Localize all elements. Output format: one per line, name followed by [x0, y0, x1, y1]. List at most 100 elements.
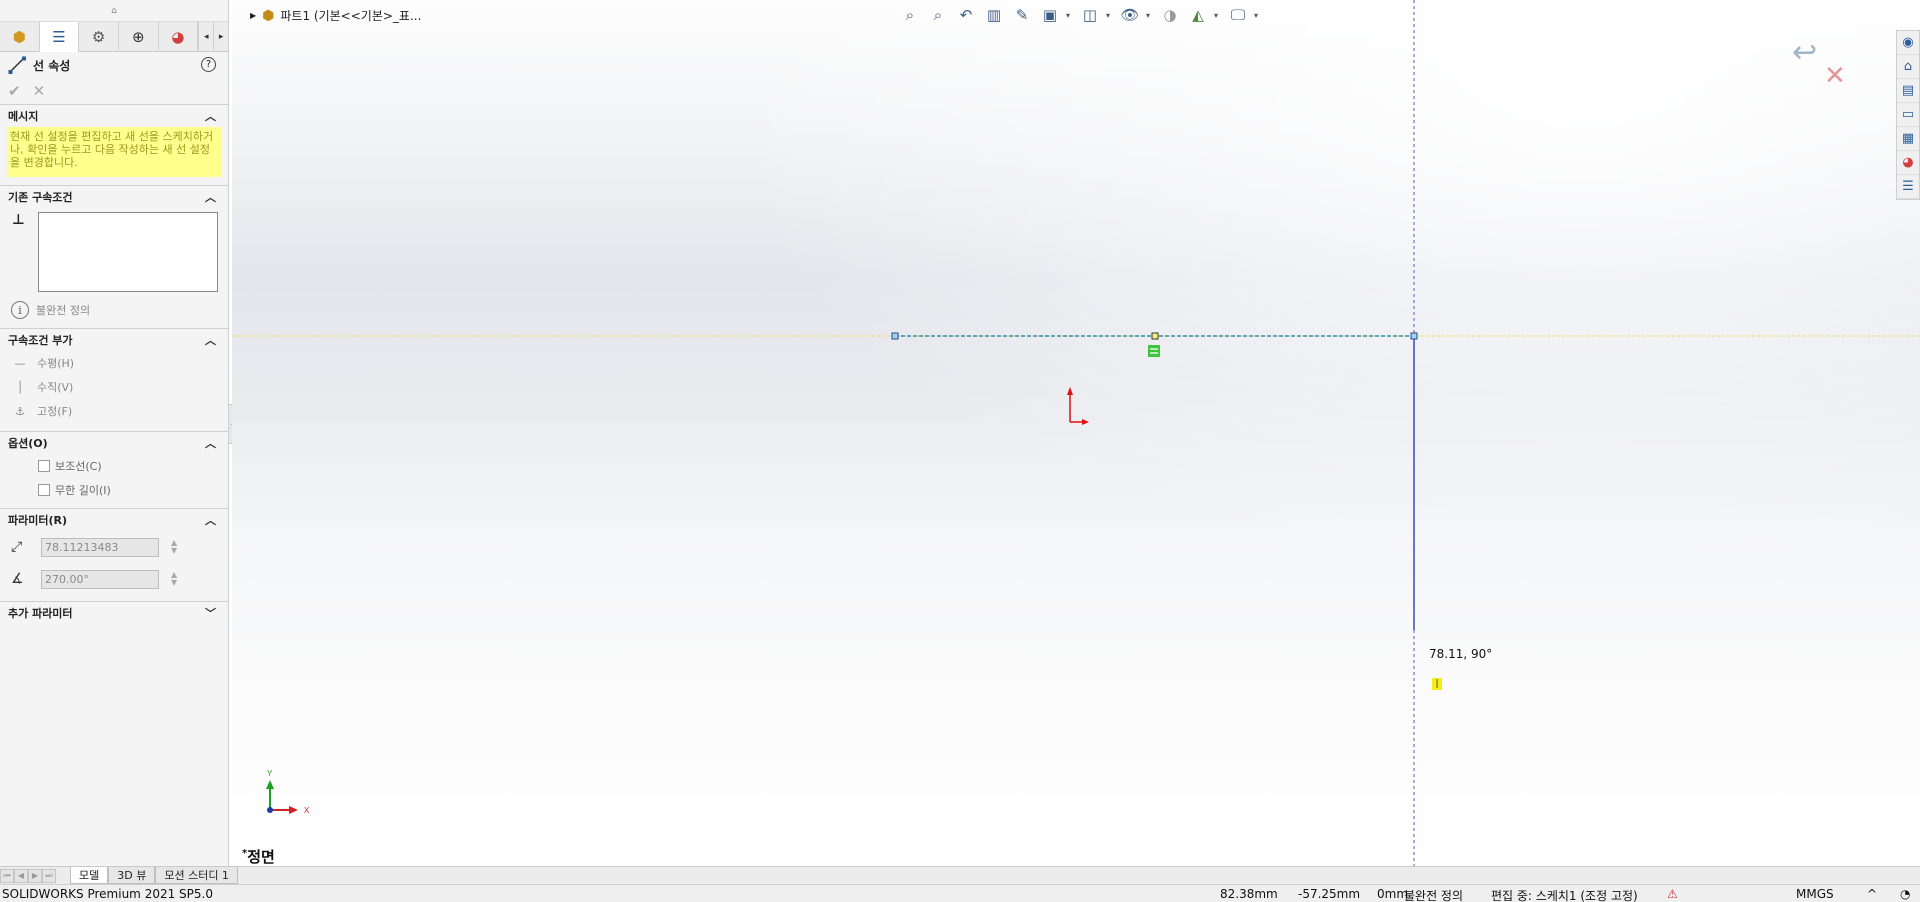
unit-system[interactable]: MMGS: [1796, 887, 1834, 901]
triad-x-label: X: [304, 806, 310, 815]
infinite-length-label: 무한 길이(I): [55, 484, 111, 497]
angle-icon: ∡: [11, 571, 24, 587]
status-bar: SOLIDWORKS Premium 2021 SP5.0 82.38mm -5…: [0, 884, 1920, 902]
section-existing-relations-header[interactable]: 기존 구속조건 ︿: [0, 186, 228, 208]
sketch-midpoint[interactable]: [1151, 332, 1159, 340]
infinite-length-option[interactable]: 무한 길이(I): [0, 478, 228, 502]
length-parameter: ⤢ 78.11213483 ▲ ▼: [0, 531, 228, 563]
collapse-chevron-icon[interactable]: ︿: [205, 332, 216, 348]
fix-relation-button[interactable]: ⚓ 고정(F): [0, 399, 228, 423]
sketch-endpoint[interactable]: [1410, 332, 1418, 340]
configuration-manager-tab[interactable]: ⚙: [79, 22, 119, 52]
home-icon[interactable]: ⌂: [1897, 55, 1919, 79]
prev-tab-icon[interactable]: ◀: [14, 868, 28, 883]
definition-status: i 불완전 정의: [0, 292, 228, 328]
collapse-chevron-icon[interactable]: ︿: [205, 512, 216, 528]
collapse-chevron-icon[interactable]: ︿: [205, 435, 216, 451]
horizontal-icon: —: [14, 356, 26, 370]
section-existing-relations-title: 기존 구속조건: [8, 191, 73, 204]
graphics-area[interactable]: ▶ ⬢ 파트1 (기본<<기본>_표... ⌕ ⌕ ↶ ▥ ✎ ▣ ▾ ◫ ▾ …: [232, 0, 1920, 866]
ok-check-icon[interactable]: ✔: [8, 82, 21, 100]
solidworks-resources-icon[interactable]: ◉: [1897, 31, 1919, 55]
appearances-icon[interactable]: ◕: [1897, 151, 1919, 175]
property-manager-tab[interactable]: ☰: [39, 22, 80, 52]
existing-relations-list[interactable]: [38, 212, 218, 292]
customize-status-icon[interactable]: ◔: [1900, 887, 1910, 901]
section-additional-parameters-title: 추가 파라미터: [8, 607, 73, 620]
collapse-chevron-icon[interactable]: ︿: [205, 108, 216, 124]
section-options-header[interactable]: 옵션(O) ︿: [0, 432, 228, 454]
last-tab-icon[interactable]: ⏭: [42, 868, 56, 883]
rebuild-traffic-light-icon[interactable]: ⚠: [1667, 887, 1678, 901]
sketch-definition-status: 불완전 정의: [1404, 889, 1464, 902]
next-tab-icon[interactable]: ▶: [28, 868, 42, 883]
section-add-relations-title: 구속조건 부가: [8, 334, 73, 347]
cursor-x: 82.38mm: [1220, 887, 1278, 901]
section-parameters-header[interactable]: 파라미터(R) ︿: [0, 509, 228, 531]
property-manager-panel: ⌂ ⬢ ☰ ⚙ ⊕ ◕ ◂ ▸ 선 속성 ? ✔ ✕ 메시지 ︿ 현재 선 설정…: [0, 0, 229, 866]
design-library-icon[interactable]: ▤: [1897, 79, 1919, 103]
feature-manager-icon: ⬢: [12, 28, 26, 46]
manager-tabs: ⬢ ☰ ⚙ ⊕ ◕ ◂ ▸: [0, 22, 228, 52]
relation-icon: ⊥: [12, 212, 25, 228]
configuration-manager-icon: ⚙: [91, 28, 106, 46]
unit-system-arrow[interactable]: ^: [1867, 887, 1877, 901]
construction-label: 보조선(C): [55, 460, 102, 473]
cursor-y: -57.25mm: [1298, 887, 1361, 901]
vertical-relation-cursor-icon: |: [1432, 678, 1442, 690]
dimxpert-manager-icon: ⊕: [132, 28, 145, 46]
view-name: 정면: [247, 848, 275, 866]
tab-model[interactable]: 모델: [70, 867, 109, 884]
section-add-relations-header[interactable]: 구속조건 부가 ︿: [0, 329, 228, 351]
angle-field[interactable]: 270.00°: [41, 569, 159, 589]
cancel-x-icon[interactable]: ✕: [33, 82, 46, 100]
section-message-title: 메시지: [8, 110, 39, 123]
dimension-readout: 78.11, 90°: [1429, 647, 1493, 661]
dimxpert-manager-tab[interactable]: ⊕: [119, 22, 159, 52]
length-spinner[interactable]: ▲ ▼: [171, 539, 177, 555]
bottom-tab-bar: ⏮ ◀ ▶ ⏭ 모델 3D 뷰 모션 스터디 1: [0, 866, 1920, 884]
info-icon: i: [11, 301, 29, 319]
vertical-relation-button[interactable]: │ 수직(V): [0, 375, 228, 399]
view-palette-icon[interactable]: ▦: [1897, 127, 1919, 151]
first-tab-icon[interactable]: ⏮: [0, 868, 14, 883]
line-icon: [8, 56, 26, 74]
help-icon[interactable]: ?: [201, 57, 216, 72]
tab-motion-study[interactable]: 모션 스터디 1: [155, 867, 238, 884]
tab-scroll-left[interactable]: ◂: [198, 22, 213, 52]
vertical-label: 수직(V): [37, 381, 74, 394]
message-box: 현재 선 설정을 편집하고 새 선을 스케치하거나, 확인을 누르고 다음 작성…: [7, 127, 221, 177]
property-manager-title: 선 속성: [33, 58, 71, 73]
property-manager-icon: ☰: [52, 28, 66, 46]
tab-scroll-right[interactable]: ▸: [213, 22, 228, 52]
horizontal-relation-button[interactable]: — 수평(H): [0, 351, 228, 375]
file-explorer-icon[interactable]: ▭: [1897, 103, 1919, 127]
length-field[interactable]: 78.11213483: [41, 537, 159, 557]
expand-chevron-icon[interactable]: ﹀: [205, 605, 216, 621]
section-additional-parameters-header[interactable]: 추가 파라미터 ﹀: [0, 602, 228, 624]
anchor-icon: ⚓: [15, 404, 25, 418]
construction-option[interactable]: 보조선(C): [0, 454, 228, 478]
tab-3d-view[interactable]: 3D 뷰: [108, 867, 156, 884]
definition-status-text: 불완전 정의: [36, 304, 91, 317]
section-parameters-title: 파라미터(R): [8, 514, 68, 527]
feature-manager-tab[interactable]: ⬢: [0, 22, 40, 52]
display-manager-icon: ◕: [171, 28, 185, 46]
angle-spinner[interactable]: ▲ ▼: [171, 571, 177, 587]
horizontal-label: 수평(H): [37, 357, 75, 370]
construction-checkbox[interactable]: [38, 460, 50, 472]
sketch-canvas: Y X: [232, 0, 1920, 866]
display-manager-tab[interactable]: ◕: [159, 22, 199, 52]
horizontal-relation-glyph[interactable]: [1148, 345, 1160, 357]
infinite-length-checkbox[interactable]: [38, 484, 50, 496]
triad-y-label: Y: [267, 769, 273, 778]
sketch-endpoint[interactable]: [891, 332, 899, 340]
length-icon: ⤢: [11, 539, 23, 555]
editing-status: 편집 중: 스케치1 (조정 고정): [1491, 889, 1638, 902]
collapse-chevron-icon[interactable]: ︿: [205, 189, 216, 205]
custom-properties-icon[interactable]: ☰: [1897, 175, 1919, 199]
ok-cancel-row: ✔ ✕: [0, 78, 228, 104]
panel-grip[interactable]: ⌂: [0, 0, 228, 22]
section-message-header[interactable]: 메시지 ︿: [0, 105, 228, 127]
existing-relations-area: ⊥: [0, 212, 228, 292]
